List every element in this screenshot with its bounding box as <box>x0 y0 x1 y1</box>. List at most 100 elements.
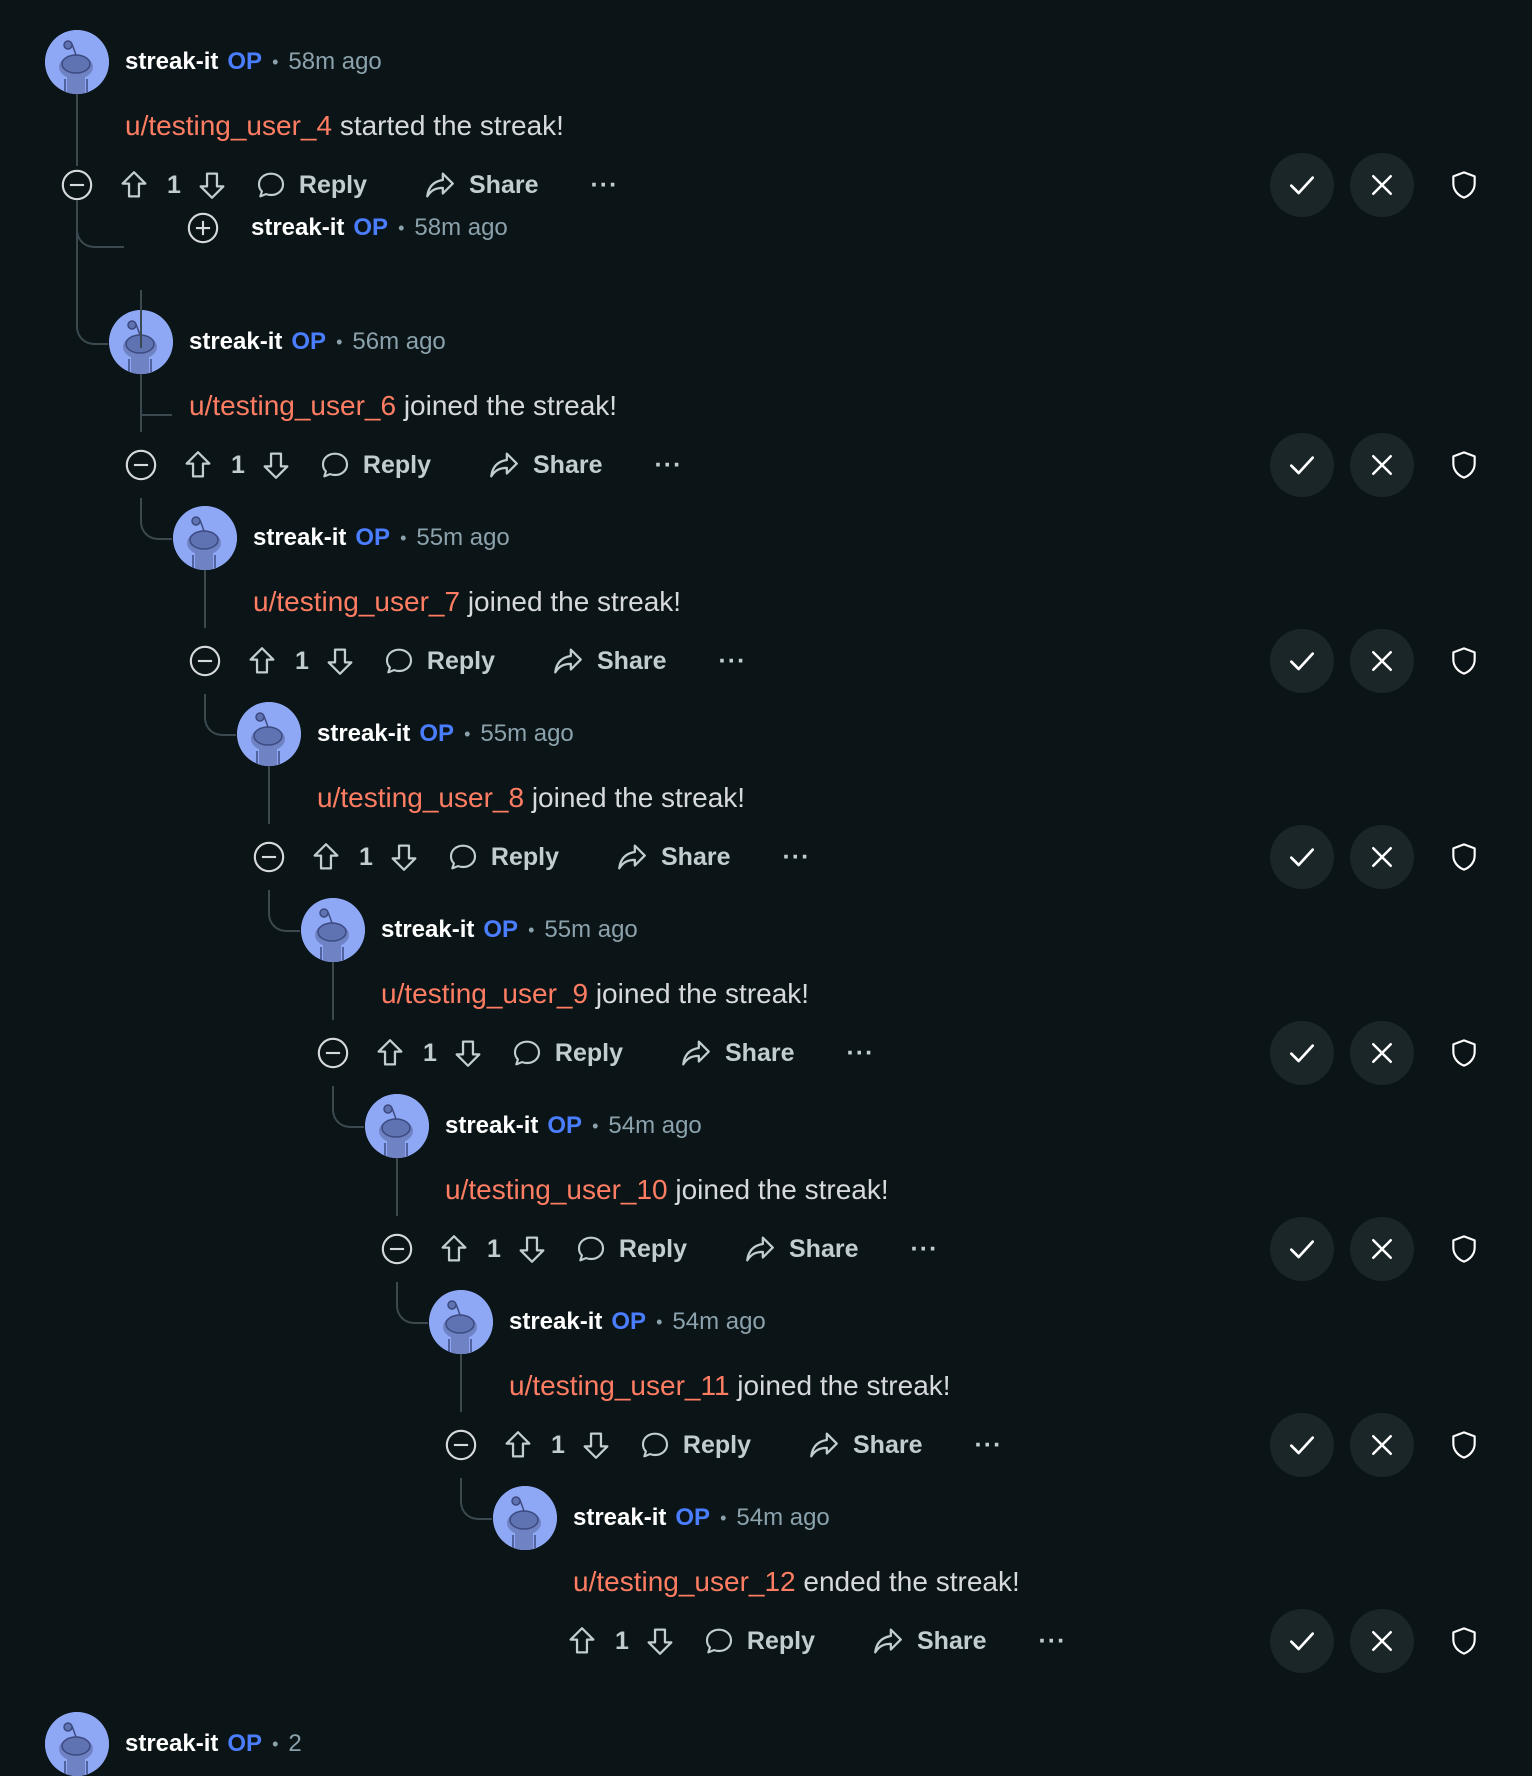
author-name[interactable]: streak-it <box>125 1730 218 1758</box>
user-mention-link[interactable]: u/testing_user_11 <box>509 1370 730 1401</box>
user-mention-link[interactable]: u/testing_user_4 <box>125 110 332 141</box>
remove-button[interactable] <box>1350 825 1414 889</box>
upvote-icon[interactable] <box>565 1624 599 1658</box>
mod-shield-button[interactable] <box>1432 1413 1496 1477</box>
collapse-thread-button[interactable] <box>109 433 173 497</box>
expand-button[interactable] <box>171 196 235 260</box>
author-name[interactable]: streak-it <box>189 328 282 356</box>
author-name[interactable]: streak-it <box>251 214 344 242</box>
more-options-button[interactable]: ··· <box>590 171 618 200</box>
downvote-icon[interactable] <box>323 644 357 678</box>
upvote-icon[interactable] <box>501 1428 535 1462</box>
approve-button[interactable] <box>1270 825 1334 889</box>
approve-button[interactable] <box>1270 1217 1334 1281</box>
reply-button[interactable]: Reply <box>319 449 431 481</box>
mod-shield-button[interactable] <box>1432 153 1496 217</box>
user-mention-link[interactable]: u/testing_user_10 <box>445 1174 668 1205</box>
mod-shield-button[interactable] <box>1432 629 1496 693</box>
downvote-icon[interactable] <box>387 840 421 874</box>
reply-button[interactable]: Reply <box>511 1037 623 1069</box>
remove-button[interactable] <box>1350 153 1414 217</box>
author-name[interactable]: streak-it <box>573 1504 666 1532</box>
remove-button[interactable] <box>1350 433 1414 497</box>
author-name[interactable]: streak-it <box>381 916 474 944</box>
user-mention-link[interactable]: u/testing_user_8 <box>317 782 524 813</box>
reply-button[interactable]: Reply <box>575 1233 687 1265</box>
more-options-button[interactable]: ··· <box>654 451 682 480</box>
mod-shield-button[interactable] <box>1432 1217 1496 1281</box>
checkmark-icon <box>1290 1436 1314 1455</box>
author-name[interactable]: streak-it <box>445 1112 538 1140</box>
reply-button[interactable]: Reply <box>703 1625 815 1657</box>
comment-actions: 1 Reply Share ··· <box>565 1609 1066 1673</box>
share-button[interactable]: Share <box>615 840 730 874</box>
remove-button[interactable] <box>1350 629 1414 693</box>
upvote-icon[interactable] <box>309 840 343 874</box>
collapse-thread-button[interactable] <box>365 1217 429 1281</box>
approve-button[interactable] <box>1270 629 1334 693</box>
more-options-button[interactable]: ··· <box>846 1039 874 1068</box>
mod-shield-button[interactable] <box>1432 825 1496 889</box>
upvote-icon[interactable] <box>117 168 151 202</box>
user-avatar[interactable] <box>45 1712 109 1776</box>
upvote-icon[interactable] <box>245 644 279 678</box>
downvote-icon[interactable] <box>579 1428 613 1462</box>
collapse-thread-button[interactable] <box>237 825 301 889</box>
author-name[interactable]: streak-it <box>509 1308 602 1336</box>
user-avatar[interactable] <box>365 1094 429 1158</box>
upvote-icon[interactable] <box>373 1036 407 1070</box>
comment-meta: streak-it OP • 55m ago <box>253 506 510 570</box>
reply-button[interactable]: Reply <box>639 1429 751 1461</box>
user-avatar[interactable] <box>45 30 109 94</box>
share-button[interactable]: Share <box>679 1036 794 1070</box>
collapse-thread-button[interactable] <box>429 1413 493 1477</box>
remove-button[interactable] <box>1350 1217 1414 1281</box>
remove-button[interactable] <box>1350 1609 1414 1673</box>
remove-button[interactable] <box>1350 1021 1414 1085</box>
share-button[interactable]: Share <box>551 644 666 678</box>
author-name[interactable]: streak-it <box>253 524 346 552</box>
remove-button[interactable] <box>1350 1413 1414 1477</box>
more-options-button[interactable]: ··· <box>718 647 746 676</box>
share-button[interactable]: Share <box>807 1428 922 1462</box>
snoo-avatar-icon <box>429 1290 493 1354</box>
approve-button[interactable] <box>1270 1021 1334 1085</box>
author-name[interactable]: streak-it <box>125 48 218 76</box>
user-avatar[interactable] <box>237 702 301 766</box>
approve-button[interactable] <box>1270 153 1334 217</box>
more-options-button[interactable]: ··· <box>782 843 810 872</box>
share-button[interactable]: Share <box>487 448 602 482</box>
approve-button[interactable] <box>1270 433 1334 497</box>
more-options-button[interactable]: ··· <box>910 1235 938 1264</box>
collapse-thread-button[interactable] <box>301 1021 365 1085</box>
share-button[interactable]: Share <box>743 1232 858 1266</box>
author-name[interactable]: streak-it <box>317 720 410 748</box>
user-avatar[interactable] <box>173 506 237 570</box>
approve-button[interactable] <box>1270 1413 1334 1477</box>
share-button[interactable]: Share <box>871 1624 986 1658</box>
mod-shield-button[interactable] <box>1432 1021 1496 1085</box>
timestamp: 54m ago <box>672 1308 766 1335</box>
more-options-button[interactable]: ··· <box>974 1431 1002 1460</box>
upvote-icon[interactable] <box>437 1232 471 1266</box>
collapse-thread-button[interactable] <box>173 629 237 693</box>
downvote-icon[interactable] <box>643 1624 677 1658</box>
reply-button[interactable]: Reply <box>447 841 559 873</box>
user-avatar[interactable] <box>429 1290 493 1354</box>
user-mention-link[interactable]: u/testing_user_7 <box>253 586 460 617</box>
mod-shield-button[interactable] <box>1432 433 1496 497</box>
reply-button[interactable]: Reply <box>383 645 495 677</box>
more-options-button[interactable]: ··· <box>1038 1627 1066 1656</box>
mod-shield-button[interactable] <box>1432 1609 1496 1673</box>
user-avatar[interactable] <box>301 898 365 962</box>
user-avatar[interactable] <box>493 1486 557 1550</box>
user-mention-link[interactable]: u/testing_user_6 <box>189 390 396 421</box>
downvote-icon[interactable] <box>451 1036 485 1070</box>
reply-icon <box>511 1037 543 1069</box>
upvote-icon[interactable] <box>181 448 215 482</box>
user-mention-link[interactable]: u/testing_user_9 <box>381 978 588 1009</box>
downvote-icon[interactable] <box>259 448 293 482</box>
user-mention-link[interactable]: u/testing_user_12 <box>573 1566 796 1597</box>
downvote-icon[interactable] <box>515 1232 549 1266</box>
approve-button[interactable] <box>1270 1609 1334 1673</box>
